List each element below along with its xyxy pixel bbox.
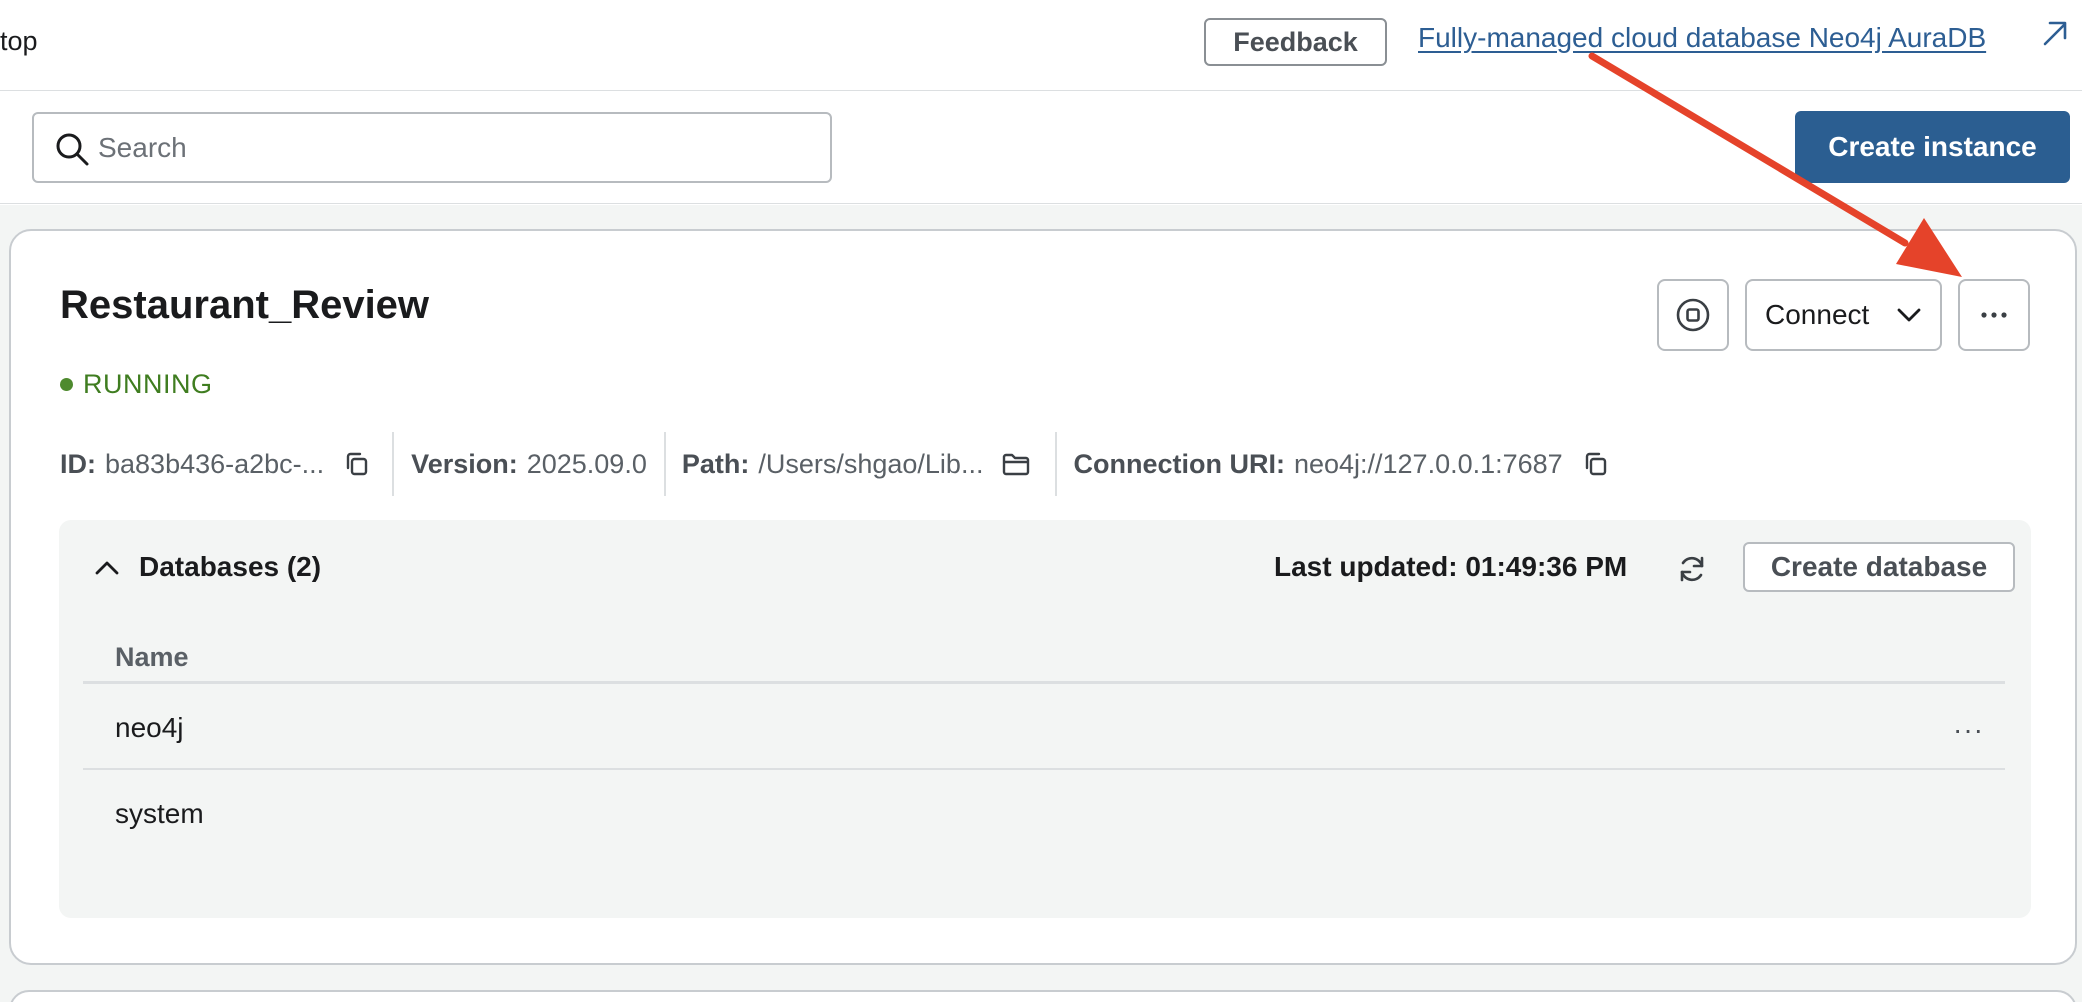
- stop-icon: [1676, 298, 1710, 332]
- connect-label: Connect: [1765, 299, 1870, 330]
- chevron-down-icon: [1897, 308, 1921, 322]
- external-link-icon[interactable]: [2040, 18, 2068, 48]
- table-row[interactable]: neo4j ···: [83, 684, 2005, 770]
- table-header: Name: [83, 620, 2005, 684]
- refresh-icon[interactable]: [1676, 553, 1708, 585]
- status-dot: [60, 378, 73, 391]
- status-text: RUNNING: [83, 369, 213, 399]
- instance-name: Restaurant_Review: [60, 283, 430, 327]
- databases-panel: Databases (2) Last updated: 01:49:36 PM …: [59, 520, 2031, 918]
- instance-more-button[interactable]: [1958, 279, 2030, 351]
- instance-meta: ID: ba83b436-a2bc-... Version: 2025.09.0…: [60, 431, 1611, 497]
- stop-button[interactable]: [1657, 279, 1729, 351]
- meta-uri: Connection URI: neo4j://127.0.0.1:7687: [1057, 431, 1610, 497]
- table-row[interactable]: system: [83, 770, 2005, 856]
- uri-label: Connection URI:: [1073, 448, 1285, 479]
- column-name-header[interactable]: Name: [115, 642, 189, 673]
- chevron-up-icon[interactable]: [93, 554, 121, 582]
- row-more-button[interactable]: ···: [1953, 714, 1984, 746]
- search-input[interactable]: [98, 114, 818, 181]
- databases-title: Databases (2): [139, 551, 322, 582]
- uri-value: neo4j://127.0.0.1:7687: [1293, 448, 1563, 479]
- create-database-button[interactable]: Create database: [1743, 542, 2015, 592]
- connect-button[interactable]: Connect: [1745, 279, 1942, 351]
- meta-id: ID: ba83b436-a2bc-...: [60, 431, 392, 497]
- search-icon: [56, 133, 89, 166]
- path-label: Path:: [681, 448, 750, 479]
- feedback-button[interactable]: Feedback: [1204, 18, 1387, 66]
- last-updated: Last updated: 01:49:36 PM: [1274, 551, 1628, 582]
- instance-card: Restaurant_Review RUNNING Connect ID: ba…: [9, 229, 2077, 965]
- id-value: ba83b436-a2bc-...: [105, 448, 325, 479]
- version-value: 2025.09.0: [526, 448, 647, 479]
- copy-icon[interactable]: [342, 449, 372, 479]
- path-value: /Users/shgao/Lib...: [758, 448, 984, 479]
- id-label: ID:: [60, 448, 96, 479]
- auradb-link[interactable]: Fully-managed cloud database Neo4j AuraD…: [1418, 22, 1986, 54]
- status-badge: RUNNING: [60, 369, 213, 400]
- toolbar: Create instance: [0, 92, 2082, 204]
- top-bar: top Feedback Fully-managed cloud databas…: [0, 0, 2082, 91]
- meta-version: Version: 2025.09.0: [394, 431, 664, 497]
- folder-icon[interactable]: [1001, 449, 1031, 479]
- database-name: system: [115, 798, 204, 829]
- database-name: neo4j: [115, 712, 184, 743]
- meta-path: Path: /Users/shgao/Lib...: [666, 431, 1056, 497]
- more-horizontal-icon: [1981, 312, 2007, 318]
- search-box[interactable]: [32, 112, 832, 183]
- version-label: Version:: [411, 448, 518, 479]
- create-instance-button[interactable]: Create instance: [1795, 111, 2070, 183]
- app-title: top: [0, 26, 38, 56]
- next-instance-card: [9, 990, 2077, 1002]
- copy-icon[interactable]: [1581, 449, 1611, 479]
